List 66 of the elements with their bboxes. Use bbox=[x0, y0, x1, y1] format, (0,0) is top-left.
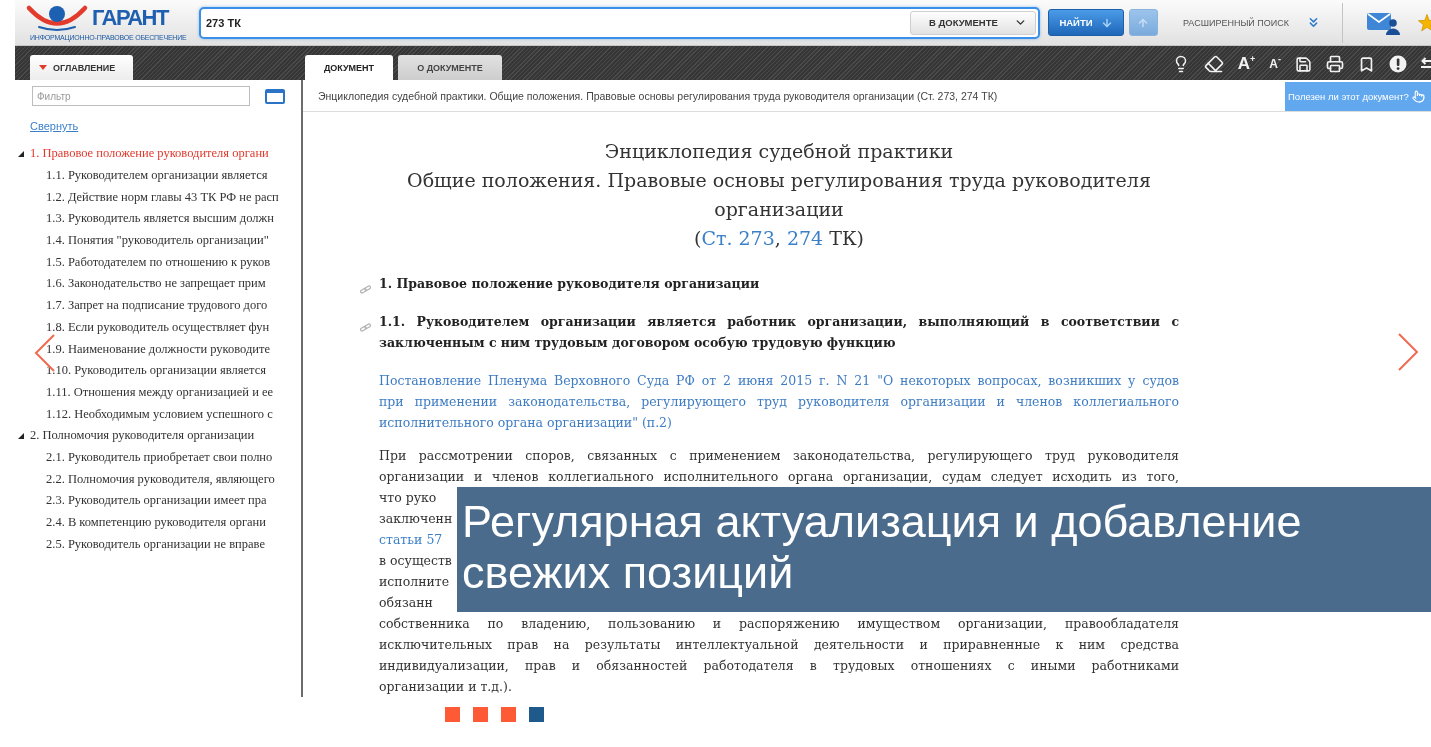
arrow-up-icon bbox=[1137, 16, 1150, 29]
logo-text: ГАРАНТ bbox=[92, 5, 168, 31]
find-button[interactable]: НАЙТИ bbox=[1047, 9, 1124, 36]
tree-item[interactable]: 1.7. Запрет на подписание трудового дого bbox=[15, 294, 301, 317]
document-title: Энциклопедия судебной практики bbox=[604, 138, 954, 164]
paragraph-fragment: исполните bbox=[379, 572, 450, 591]
filter-field[interactable]: Фильтр bbox=[32, 86, 250, 106]
tree-item[interactable]: 1.3. Руководитель является высшим должн bbox=[15, 208, 301, 230]
tree-item[interactable]: 1.5. Работодателем по отношению к руков bbox=[15, 251, 301, 274]
contents-tab[interactable]: ОГЛАВЛЕНИЕ bbox=[30, 55, 133, 80]
tree-item[interactable]: 1.11. Отношения между организацией и ее bbox=[15, 381, 301, 404]
section-heading: 1.1. Руководителем организации является работник организации, выполняющий в соответствии с заключенным с ним трудовым договором особую трудовую функцию bbox=[379, 312, 1179, 352]
pointer-hand-icon bbox=[1411, 90, 1425, 103]
article-link[interactable]: статьи 57 bbox=[379, 531, 443, 547]
star-icon[interactable] bbox=[1418, 13, 1431, 32]
tree-item[interactable]: 2.5. Руководитель организации не вправе bbox=[15, 533, 301, 556]
eraser-icon[interactable] bbox=[1203, 54, 1224, 74]
tree-item[interactable]: 2. Полномочия руководителя организации bbox=[15, 424, 301, 447]
citation-link[interactable]: Постановление Пленума Верховного Суда РФ от 2 июня 2015 г. N 21 "О некоторых вопросах, возникших у судов при применении законодательства, регулирующего труд руководителя организации и членов коллегиального исполнительного органа организации" (п.2) bbox=[379, 369, 1179, 433]
tree-item[interactable]: 2.3. Руководитель организации имеет пра bbox=[15, 490, 301, 512]
tree-item[interactable]: 2.4. В компетенцию руководителя органи bbox=[15, 511, 301, 534]
contents-tab-label: ОГЛАВЛЕНИЕ bbox=[53, 62, 116, 73]
bookmark-icon[interactable] bbox=[1358, 55, 1375, 73]
scope-dropdown[interactable]: В ДОКУМЕНТЕ bbox=[909, 10, 1036, 35]
section-heading: 1. Правовое положение руководителя организации bbox=[379, 274, 761, 293]
caret-down-icon bbox=[39, 65, 47, 70]
tree-item[interactable]: 2.1. Руководитель приобретает свои полно bbox=[15, 446, 301, 469]
tree-item[interactable]: 1.2. Действие норм главы 43 ТК РФ не расп bbox=[15, 186, 301, 209]
save-icon[interactable] bbox=[1295, 55, 1312, 73]
tree-item[interactable]: 1.6. Законодательство не запрещает прим bbox=[15, 273, 301, 295]
next-slide-button[interactable] bbox=[1397, 332, 1419, 372]
paragraph-fragment: что руко bbox=[379, 488, 437, 507]
paragraph-fragment: заключенн bbox=[379, 509, 453, 528]
triangle-icon[interactable] bbox=[18, 150, 24, 157]
document-subtitle: Общие положения. Правовые основы регулирования труда руководителя организации bbox=[407, 167, 1151, 222]
tree-item[interactable]: 1.12. Необходимым условием успешного с bbox=[15, 403, 301, 425]
paragraph-fragment: в осуществ bbox=[379, 551, 452, 570]
tree-item[interactable]: 1. Правовое положение руководителя органи bbox=[15, 143, 301, 165]
document-tab[interactable]: ДОКУМЕНТ bbox=[305, 55, 393, 80]
mail-icon[interactable] bbox=[1366, 10, 1400, 35]
paragraph-fragment: обязанн bbox=[379, 593, 433, 612]
caption-text: Регулярная актуализация и добавление свежих позиций bbox=[462, 496, 1303, 598]
tree-item[interactable]: 2.2. Полномочия руководителя, являющего bbox=[15, 468, 301, 490]
search-field[interactable]: 273 ТК В ДОКУМЕНТЕ bbox=[199, 6, 1040, 39]
document-tab[interactable]: О ДОКУМЕНТЕ bbox=[398, 55, 502, 80]
article-link[interactable]: 274 bbox=[786, 226, 824, 249]
alert-icon[interactable] bbox=[1389, 55, 1407, 73]
paragraph-text: собственника по владению, пользованию и распоряжению имуществом организации, правообладателя исключительных прав на результаты интеллектуальной деятельности и приравненные к ним средства индивидуализации, прав и обязанностей работодателя в трудовых отношениях с иными работниками организации и т.д.). bbox=[379, 614, 1179, 696]
tree-item[interactable]: 1.4. Понятия "руководитель организации" bbox=[15, 229, 301, 252]
advanced-search-link[interactable]: РАСШИРЕННЫЙ ПОИСК bbox=[1182, 17, 1289, 28]
tree-item[interactable]: 1.9. Наименование должности руководите bbox=[15, 338, 301, 360]
tree-item[interactable]: 1.8. Если руководитель осуществляет фун bbox=[15, 316, 301, 339]
arrow-down-icon bbox=[1100, 16, 1113, 29]
collapse-link[interactable]: Свернуть bbox=[30, 120, 79, 133]
square-icon[interactable] bbox=[265, 88, 285, 104]
article-link[interactable]: Ст. 273 bbox=[701, 226, 775, 249]
breadcrumb-text: Энциклопедия судебной практики. Общие положения. Правовые основы регулирования труда руководителя организации (Ст. 273, 274 ТК) bbox=[317, 89, 998, 102]
font-smaller-button[interactable]: A$^{-}$ bbox=[1269, 55, 1281, 73]
triangle-icon[interactable] bbox=[18, 432, 24, 439]
tree-item[interactable]: 1.1. Руководителем организации является bbox=[15, 164, 301, 187]
printer-icon[interactable] bbox=[1326, 55, 1344, 73]
chevron-right-icon bbox=[1397, 332, 1419, 372]
tree-item[interactable]: 1.10. Руководитель организации является bbox=[15, 359, 301, 382]
logo-icon bbox=[25, 3, 89, 33]
article-references: (Ст. 273, 274 ТК) bbox=[694, 225, 864, 251]
font-larger-button[interactable]: A$^{+}$ bbox=[1237, 55, 1256, 73]
